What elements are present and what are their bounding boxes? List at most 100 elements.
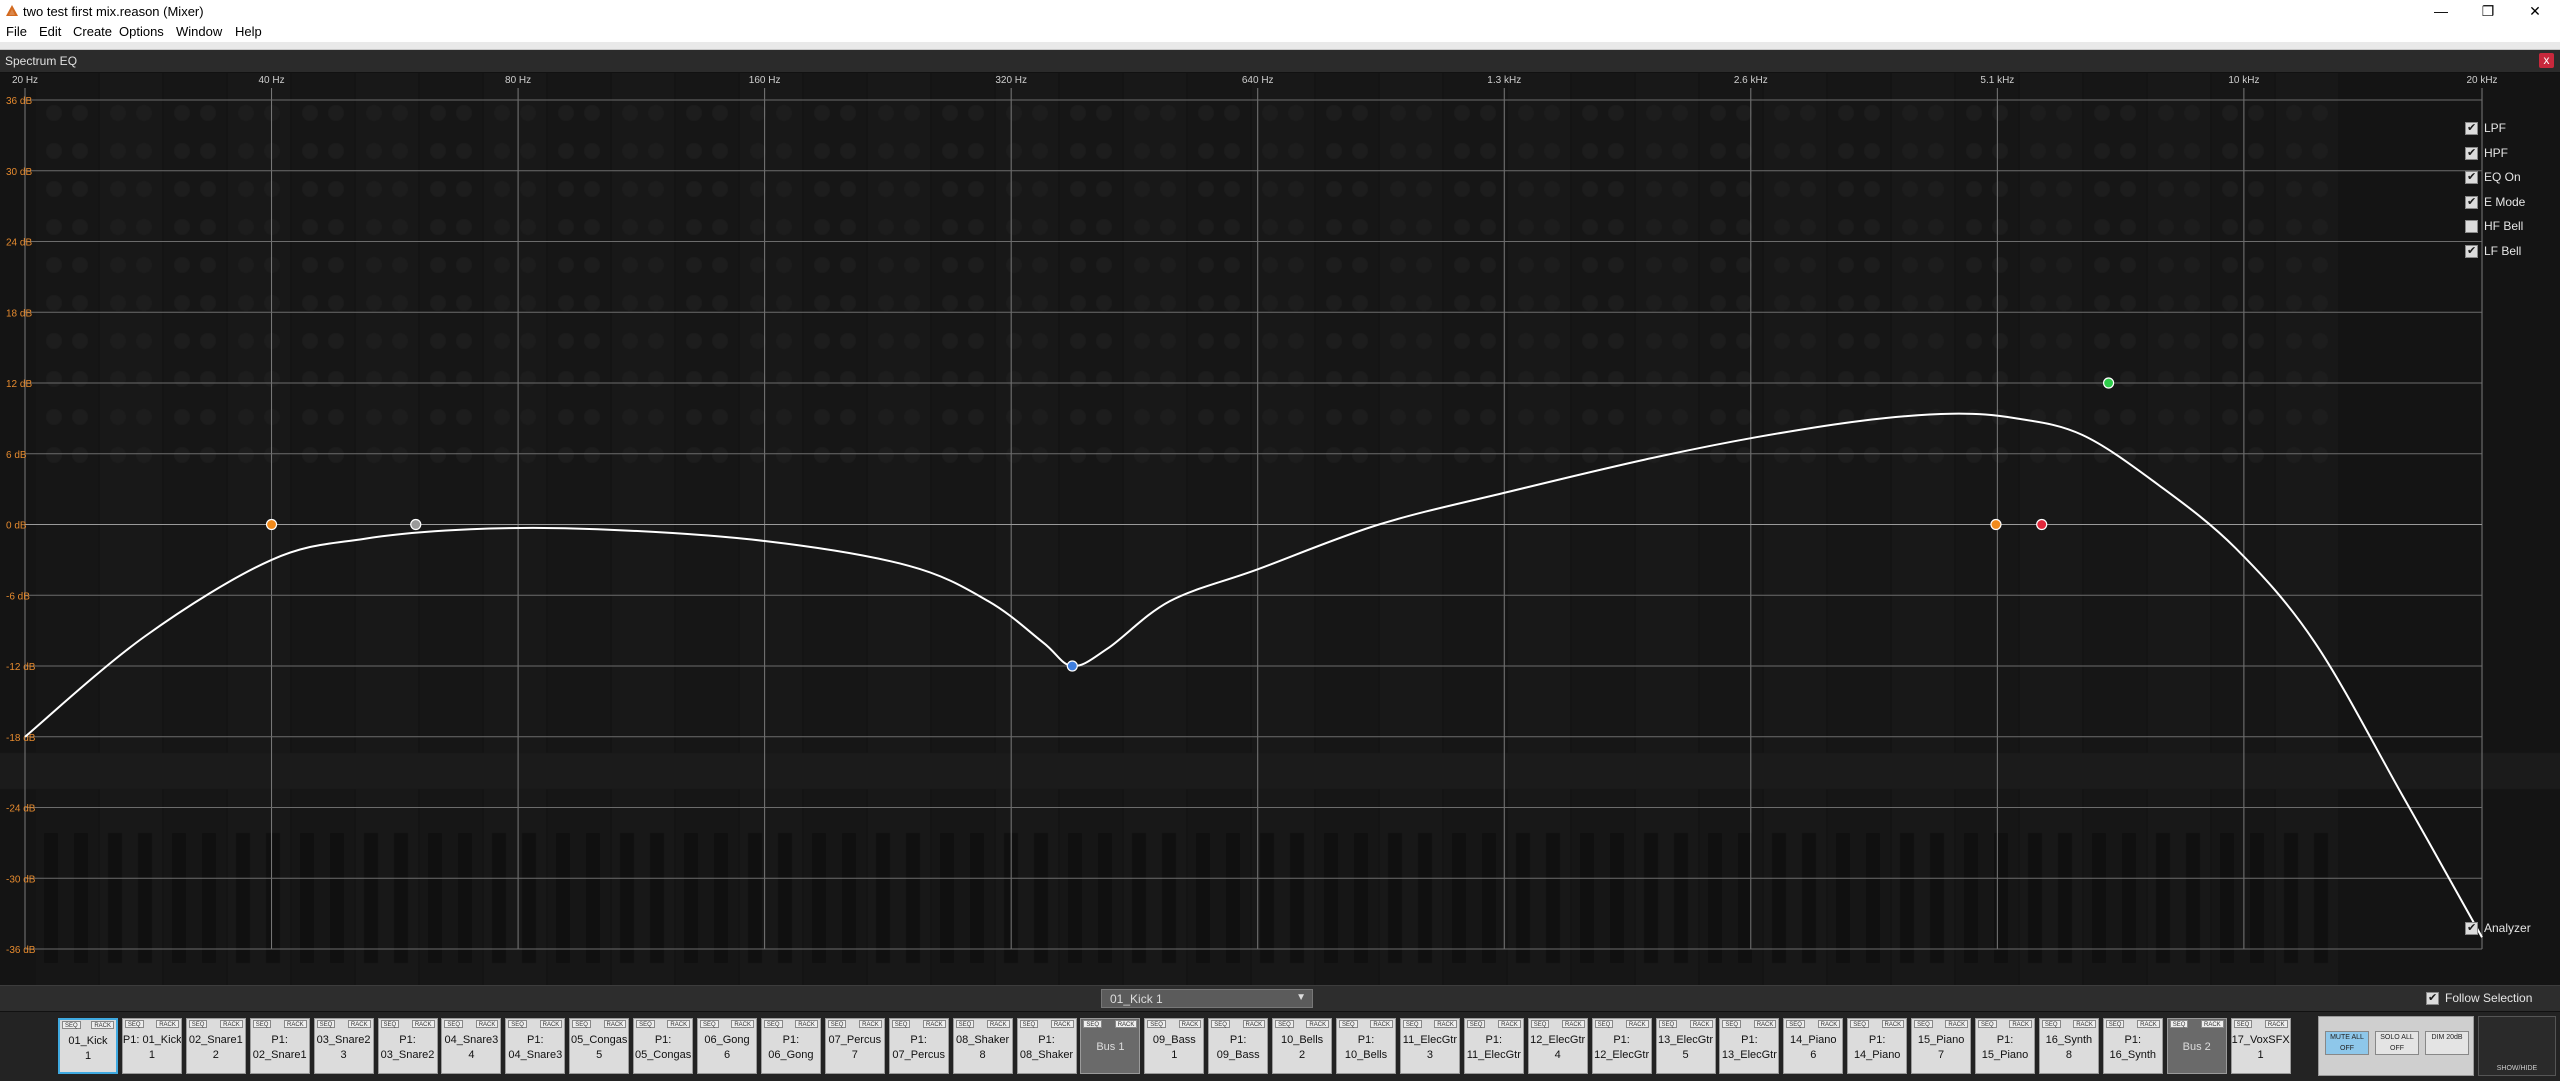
rack-button[interactable]: RACK bbox=[1562, 1020, 1585, 1028]
seq-button[interactable]: SEQ bbox=[188, 1020, 208, 1028]
seq-button[interactable]: SEQ bbox=[1211, 1020, 1230, 1028]
channel-button[interactable]: SEQ RACK P1: 09_Bass bbox=[1208, 1018, 1269, 1074]
seq-button[interactable]: SEQ bbox=[1339, 1020, 1358, 1028]
channel-button[interactable]: SEQ RACK P1: 05_Congas bbox=[633, 1018, 694, 1074]
seq-button[interactable]: SEQ bbox=[1083, 1020, 1103, 1028]
rack-button[interactable]: RACK bbox=[220, 1020, 243, 1028]
rack-button[interactable]: RACK bbox=[1434, 1020, 1457, 1028]
e-mode-check-icon[interactable] bbox=[2465, 195, 2478, 209]
channel-button[interactable]: SEQ RACK 16_Synth 8 bbox=[2038, 1018, 2099, 1074]
rack-button[interactable]: RACK bbox=[603, 1020, 627, 1028]
menu-window[interactable]: Window bbox=[176, 24, 222, 39]
channel-button[interactable]: SEQ RACK 03_Snare2 3 bbox=[313, 1018, 374, 1074]
channel-button[interactable]: SEQ RACK P1: 02_Snare1 bbox=[249, 1018, 310, 1074]
rack-button[interactable]: RACK bbox=[475, 1020, 499, 1028]
seq-button[interactable]: SEQ bbox=[2105, 1020, 2125, 1028]
channel-button[interactable]: SEQ RACK P1: 13_ElecGtr bbox=[1719, 1018, 1780, 1074]
seq-button[interactable]: SEQ bbox=[700, 1020, 719, 1028]
channel-button[interactable]: SEQ RACK P1: 14_Piano bbox=[1847, 1018, 1908, 1074]
channel-button[interactable]: SEQ RACK P1: 10_Bells bbox=[1336, 1018, 1396, 1074]
channel-button[interactable]: SEQ RACK P1: 08_Shaker bbox=[1016, 1018, 1077, 1074]
seq-button[interactable]: SEQ bbox=[827, 1020, 847, 1028]
rack-button[interactable]: RACK bbox=[1306, 1020, 1330, 1028]
seq-button[interactable]: SEQ bbox=[2169, 1020, 2189, 1028]
rack-button[interactable]: RACK bbox=[1498, 1020, 1521, 1028]
channel-button[interactable]: SEQ RACK 09_Bass 1 bbox=[1144, 1018, 1205, 1074]
seq-button[interactable]: SEQ bbox=[1019, 1020, 1039, 1028]
rack-button[interactable]: RACK bbox=[347, 1020, 371, 1028]
eq-graph[interactable]: 20 Hz 40 Hz 80 Hz 160 Hz 320 Hz 640 Hz 1.3 kHz… bbox=[0, 73, 2560, 985]
rack-button[interactable]: RACK bbox=[1625, 1020, 1649, 1028]
seq-button[interactable]: SEQ bbox=[1402, 1020, 1422, 1028]
seq-button[interactable]: SEQ bbox=[572, 1020, 591, 1028]
channel-button[interactable]: SEQ RACK 10_Bells 2 bbox=[1272, 1018, 1333, 1074]
channel-button[interactable]: SEQ RACK 08_Shaker 8 bbox=[952, 1018, 1013, 1074]
hpf-check-icon[interactable] bbox=[2465, 146, 2478, 160]
channel-button[interactable]: SEQ RACK 12_ElecGtr 4 bbox=[1527, 1018, 1588, 1074]
seq-button[interactable]: SEQ bbox=[1786, 1020, 1805, 1028]
channel-select[interactable]: 01_Kick 1 ▼ bbox=[1101, 989, 1313, 1008]
channel-button[interactable]: SEQ RACK P1: 16_Synth bbox=[2102, 1018, 2163, 1074]
rack-button[interactable]: RACK bbox=[795, 1020, 818, 1028]
rack-button[interactable]: RACK bbox=[1881, 1020, 1905, 1028]
rack-button[interactable]: RACK bbox=[923, 1020, 946, 1028]
rack-button[interactable]: RACK bbox=[91, 1021, 114, 1029]
rack-button[interactable]: RACK bbox=[986, 1020, 1010, 1028]
band-handle-lf[interactable] bbox=[410, 518, 422, 531]
channel-button[interactable]: SEQ RACK 02_Snare1 2 bbox=[185, 1018, 246, 1074]
menu-create[interactable]: Create bbox=[73, 24, 112, 39]
menu-help[interactable]: Help bbox=[235, 24, 262, 39]
rack-button[interactable]: RACK bbox=[1753, 1020, 1777, 1028]
channel-button[interactable]: SEQ RACK P1: 11_ElecGtr bbox=[1463, 1018, 1524, 1074]
solo-all-off-button[interactable]: SOLO ALL OFF bbox=[2375, 1031, 2419, 1055]
channel-button[interactable]: SEQ RACK P1: 06_Gong bbox=[760, 1018, 821, 1074]
minimize-button[interactable]: — bbox=[2418, 0, 2464, 22]
channel-button[interactable]: SEQ RACK 13_ElecGtr 5 bbox=[1655, 1018, 1716, 1074]
channel-button[interactable]: SEQ RACK 15_Piano 7 bbox=[1911, 1018, 1972, 1074]
close-panel-button[interactable]: x bbox=[2539, 53, 2554, 68]
menu-options[interactable]: Options bbox=[119, 24, 164, 39]
band-handle-hf[interactable] bbox=[2102, 377, 2115, 389]
channel-button[interactable]: SEQ RACK 11_ElecGtr 3 bbox=[1399, 1018, 1460, 1074]
rack-button[interactable]: RACK bbox=[1370, 1020, 1393, 1028]
seq-button[interactable]: SEQ bbox=[508, 1020, 527, 1028]
channel-button[interactable]: SEQ RACK P1: 03_Snare2 bbox=[377, 1018, 438, 1074]
seq-button[interactable]: SEQ bbox=[1466, 1020, 1486, 1028]
rack-button[interactable]: RACK bbox=[1114, 1020, 1138, 1028]
seq-button[interactable]: SEQ bbox=[1530, 1020, 1550, 1028]
seq-button[interactable]: SEQ bbox=[1147, 1020, 1166, 1028]
menu-file[interactable]: File bbox=[6, 24, 27, 39]
rack-button[interactable]: RACK bbox=[667, 1020, 691, 1028]
rack-button[interactable]: RACK bbox=[1050, 1020, 1074, 1028]
seq-button[interactable]: SEQ bbox=[1594, 1020, 1614, 1028]
eq-curve[interactable] bbox=[24, 412, 2483, 938]
dim-20db-button[interactable]: DIM 20dB bbox=[2425, 1031, 2469, 1055]
seq-button[interactable]: SEQ bbox=[2041, 1020, 2061, 1028]
channel-button[interactable]: SEQ RACK 04_Snare3 4 bbox=[441, 1018, 502, 1074]
seq-button[interactable]: SEQ bbox=[1722, 1020, 1742, 1028]
rack-button[interactable]: RACK bbox=[2201, 1020, 2224, 1028]
rack-button[interactable]: RACK bbox=[1178, 1020, 1202, 1028]
band-handle-hmf[interactable] bbox=[2036, 518, 2048, 531]
mute-all-off-button[interactable]: MUTE ALL OFF bbox=[2325, 1031, 2369, 1055]
channel-button[interactable]: SEQ RACK 05_Congas 5 bbox=[569, 1018, 630, 1074]
rack-button[interactable]: RACK bbox=[156, 1020, 179, 1028]
seq-button[interactable]: SEQ bbox=[1914, 1020, 1933, 1028]
band-handle-hpf[interactable] bbox=[1990, 518, 2002, 531]
rack-button[interactable]: RACK bbox=[2009, 1020, 2032, 1028]
maximize-button[interactable]: ❐ bbox=[2465, 0, 2511, 22]
seq-button[interactable]: SEQ bbox=[124, 1020, 144, 1028]
eq-on-check-icon[interactable] bbox=[2465, 170, 2478, 184]
rack-button[interactable]: RACK bbox=[1242, 1020, 1266, 1028]
channel-button[interactable]: SEQ RACK 01_Kick 1 bbox=[58, 1018, 118, 1074]
seq-button[interactable]: SEQ bbox=[891, 1020, 911, 1028]
channel-button[interactable]: SEQ RACK 06_Gong 6 bbox=[697, 1018, 757, 1074]
lf-bell-check-icon[interactable] bbox=[2465, 244, 2478, 258]
show-hide-label[interactable]: SHOW/HIDE bbox=[2479, 1065, 2555, 1072]
rack-button[interactable]: RACK bbox=[539, 1020, 563, 1028]
close-window-button[interactable]: ✕ bbox=[2512, 0, 2558, 22]
rack-button[interactable]: RACK bbox=[411, 1020, 435, 1028]
channel-button[interactable]: SEQ RACK P1: 01_Kick 1 bbox=[121, 1018, 182, 1074]
analyzer-check-icon[interactable] bbox=[2465, 921, 2478, 935]
channel-button[interactable]: SEQ RACK P1: 07_Percus bbox=[888, 1018, 949, 1074]
